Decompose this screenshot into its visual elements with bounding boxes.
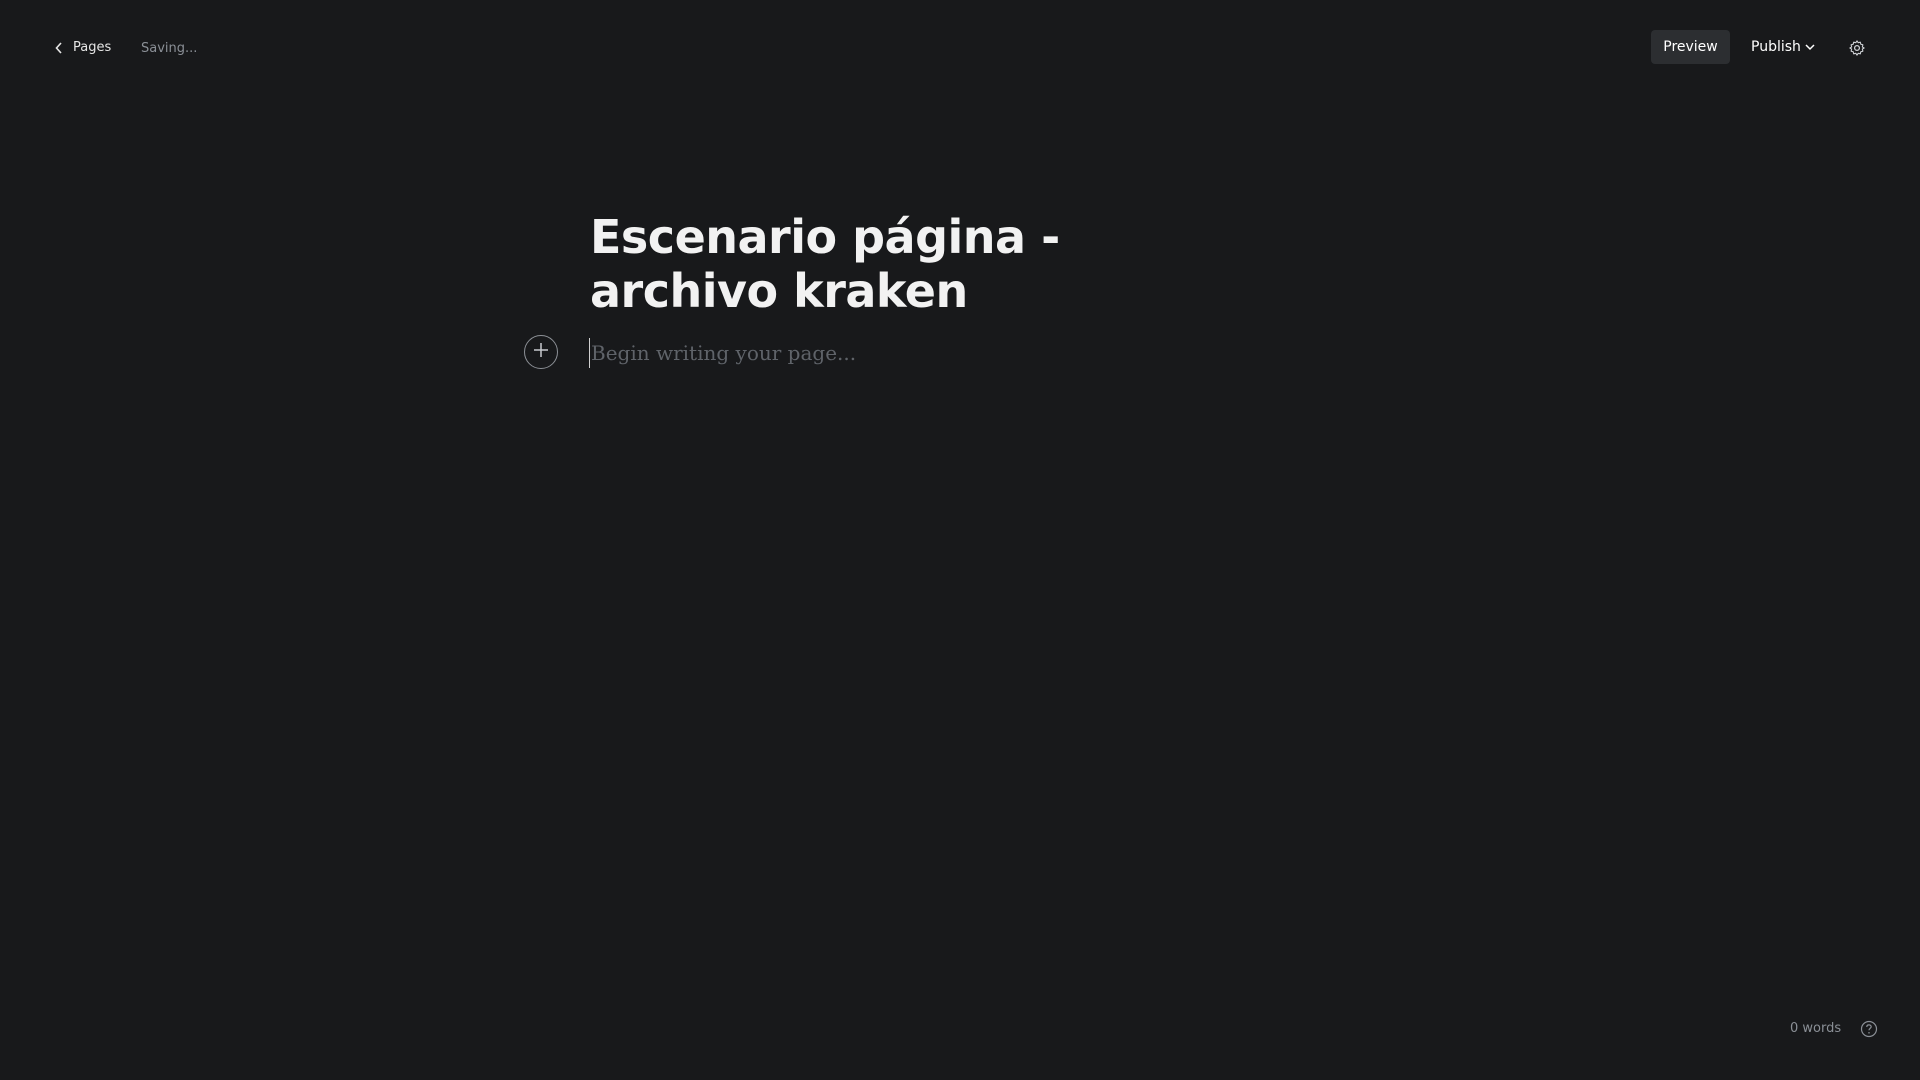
- page-title[interactable]: Escenario página - archivo kraken: [590, 210, 1210, 318]
- gear-icon[interactable]: [1848, 39, 1866, 57]
- chevron-down-icon: [1805, 39, 1815, 55]
- word-count: 0 words: [1790, 1021, 1842, 1036]
- page-body-editor[interactable]: Begin writing your page...: [589, 338, 1231, 368]
- add-card-button[interactable]: [524, 335, 558, 369]
- publish-button-label: Publish: [1751, 39, 1801, 55]
- question-circle-icon[interactable]: [1860, 1020, 1878, 1038]
- plus-icon: [533, 342, 549, 362]
- back-to-pages-link[interactable]: Pages: [55, 40, 111, 55]
- chevron-left-icon: [55, 41, 65, 54]
- editor-page: Pages Saving... Preview Publish Escenari…: [0, 0, 1920, 1080]
- publish-button[interactable]: Publish: [1751, 30, 1815, 64]
- save-status: Saving...: [141, 41, 198, 56]
- back-link-label: Pages: [73, 40, 112, 55]
- preview-button-label: Preview: [1663, 39, 1718, 55]
- preview-button[interactable]: Preview: [1651, 30, 1730, 64]
